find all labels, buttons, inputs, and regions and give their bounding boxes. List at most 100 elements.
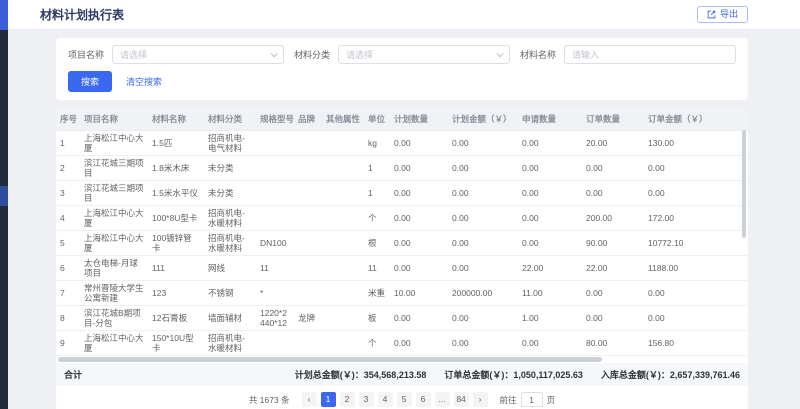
project-select-placeholder: 请选择 <box>120 48 147 61</box>
table-cell: 200.00 <box>582 206 644 231</box>
goto-page-group: 前往 页 <box>500 392 556 407</box>
table-cell: 0.00 <box>448 156 518 181</box>
main-area: 材料计划执行表 导出 项目名称 请选择 <box>8 0 800 409</box>
page-button-84[interactable]: 84 <box>454 392 469 407</box>
table-cell: 米重 <box>364 281 390 306</box>
table-header-row: 序号项目名称材料名称材料分类规格型号品牌其他属性单位计划数量计划金额（￥）申请数… <box>56 108 748 131</box>
table-cell: 0.00 <box>448 256 518 281</box>
table-cell: 未分类 <box>204 181 256 206</box>
table-row[interactable]: 4上海松江中心大厦100*8U型卡招商机电-水暖材料个0.000.000.002… <box>56 206 748 231</box>
table-cell <box>322 156 364 181</box>
column-header-6: 品牌 <box>294 108 322 131</box>
table-row[interactable]: 3滨江花城三期项目1.5米水平仪未分类10.000.000.000.000.00 <box>56 181 748 206</box>
table-cell <box>256 206 294 231</box>
table-cell: 0.00 <box>518 206 582 231</box>
summary-total-label: 合计 <box>64 368 82 381</box>
table-cell: 招商机电-电气材料 <box>204 131 256 156</box>
table-cell: 1220*2440*12 <box>256 306 294 331</box>
table-row[interactable]: 9上海松江中心大厦150*10U型卡招商机电-水暖材料个0.000.000.00… <box>56 331 748 356</box>
horizontal-scrollbar-thumb[interactable] <box>58 357 602 362</box>
table-cell: 3 <box>56 181 80 206</box>
goto-page-input[interactable] <box>521 392 543 407</box>
column-header-4: 材料分类 <box>204 108 256 131</box>
table-cell: 招商机电-水暖材料 <box>204 331 256 356</box>
page-ellipsis[interactable]: ... <box>435 392 450 407</box>
table-cell: 100镀锌管卡 <box>148 231 204 256</box>
materials-table: 序号项目名称材料名称材料分类规格型号品牌其他属性单位计划数量计划金额（￥）申请数… <box>56 108 748 356</box>
table-cell: 0.00 <box>390 256 448 281</box>
table-cell: 150*10U型卡 <box>148 331 204 356</box>
table-cell: 0.00 <box>582 281 644 306</box>
page-button-1[interactable]: 1 <box>321 392 336 407</box>
project-select[interactable]: 请选择 <box>112 45 284 64</box>
order-total-value: 1,050,117,025.63 <box>513 370 583 380</box>
material-name-input[interactable] <box>564 45 736 64</box>
material-category-select[interactable]: 请选择 <box>338 45 510 64</box>
project-name-label: 项目名称 <box>68 48 104 61</box>
next-page-button[interactable]: › <box>473 392 488 407</box>
table-cell: 130.00 <box>644 131 748 156</box>
vertical-scrollbar-thumb[interactable] <box>742 130 746 238</box>
column-header-1: 序号 <box>56 108 80 131</box>
table-cell: 未分类 <box>204 156 256 181</box>
page-button-5[interactable]: 5 <box>397 392 412 407</box>
table-cell: 墙面辅材 <box>204 306 256 331</box>
table-row[interactable]: 2滨江花城三期项目1.8米木床未分类10.000.000.000.000.00 <box>56 156 748 181</box>
search-button[interactable]: 搜索 <box>68 71 112 92</box>
planned-total: 计划总金额(￥)：354,568,213.58 <box>295 368 427 381</box>
column-header-11: 申请数量 <box>518 108 582 131</box>
category-select-placeholder: 请选择 <box>346 48 373 61</box>
material-name-label: 材料名称 <box>520 48 556 61</box>
table-cell: 0.00 <box>390 156 448 181</box>
table-cell: 20.00 <box>582 131 644 156</box>
planned-total-value: 354,568,213.58 <box>364 370 427 380</box>
table-cell <box>294 181 322 206</box>
table-row[interactable]: 8滨江花城B期项目-分包12石膏板墙面辅材1220*2440*12龙牌板0.00… <box>56 306 748 331</box>
filter-panel: 项目名称 请选择 材料分类 请选择 材料名称 <box>56 38 748 100</box>
table-row[interactable]: 6太仓电梯-月球项目111网线11110.000.0022.0022.00118… <box>56 256 748 281</box>
results-table-card: 序号项目名称材料名称材料分类规格型号品牌其他属性单位计划数量计划金额（￥）申请数… <box>56 108 748 409</box>
page-button-4[interactable]: 4 <box>378 392 393 407</box>
filter-item-material: 材料名称 <box>520 45 736 64</box>
table-cell: 滨江花城B期项目-分包 <box>80 306 148 331</box>
column-header-9: 计划数量 <box>390 108 448 131</box>
export-icon <box>707 10 716 19</box>
table-cell: 11 <box>364 256 390 281</box>
page-button-3[interactable]: 3 <box>359 392 374 407</box>
table-cell <box>294 331 322 356</box>
table-row[interactable]: 5上海松江中心大厦100镀锌管卡招商机电-水暖材料DN100根0.000.000… <box>56 231 748 256</box>
table-cell: 22.00 <box>582 256 644 281</box>
table-cell <box>322 131 364 156</box>
column-header-8: 单位 <box>364 108 390 131</box>
export-button[interactable]: 导出 <box>697 6 748 23</box>
prev-page-button[interactable]: ‹ <box>302 392 317 407</box>
table-cell: 0.00 <box>644 281 748 306</box>
table-cell: 8 <box>56 306 80 331</box>
inbound-total-value: 2,657,339,761.46 <box>670 370 740 380</box>
table-cell: 80.00 <box>582 331 644 356</box>
table-cell: 0.00 <box>448 131 518 156</box>
table-cell <box>294 206 322 231</box>
table-cell: 0.00 <box>448 181 518 206</box>
table-cell: 111 <box>148 256 204 281</box>
table-cell: 200000.00 <box>448 281 518 306</box>
collapsed-sidebar[interactable] <box>0 0 8 409</box>
table-cell: 2 <box>56 156 80 181</box>
table-cell: 1 <box>56 131 80 156</box>
table-cell: 板 <box>364 306 390 331</box>
page-button-6[interactable]: 6 <box>416 392 431 407</box>
table-cell <box>256 131 294 156</box>
clear-search-link[interactable]: 清空搜索 <box>126 75 162 88</box>
sidebar-active-item[interactable] <box>0 186 8 206</box>
table-row[interactable]: 7常州晋陵大学生公寓新建123不锈钢*米重10.00200000.0011.00… <box>56 281 748 306</box>
table-cell <box>322 206 364 231</box>
table-cell: 上海松江中心大厦 <box>80 131 148 156</box>
page-button-2[interactable]: 2 <box>340 392 355 407</box>
table-cell: 上海松江中心大厦 <box>80 206 148 231</box>
table-cell: 0.00 <box>518 156 582 181</box>
table-cell: 0.00 <box>390 331 448 356</box>
sidebar-logo <box>0 0 8 30</box>
table-cell: 个 <box>364 206 390 231</box>
table-cell: 龙牌 <box>294 306 322 331</box>
table-row[interactable]: 1上海松江中心大厦1.5匹招商机电-电气材料kg0.000.000.0020.0… <box>56 131 748 156</box>
